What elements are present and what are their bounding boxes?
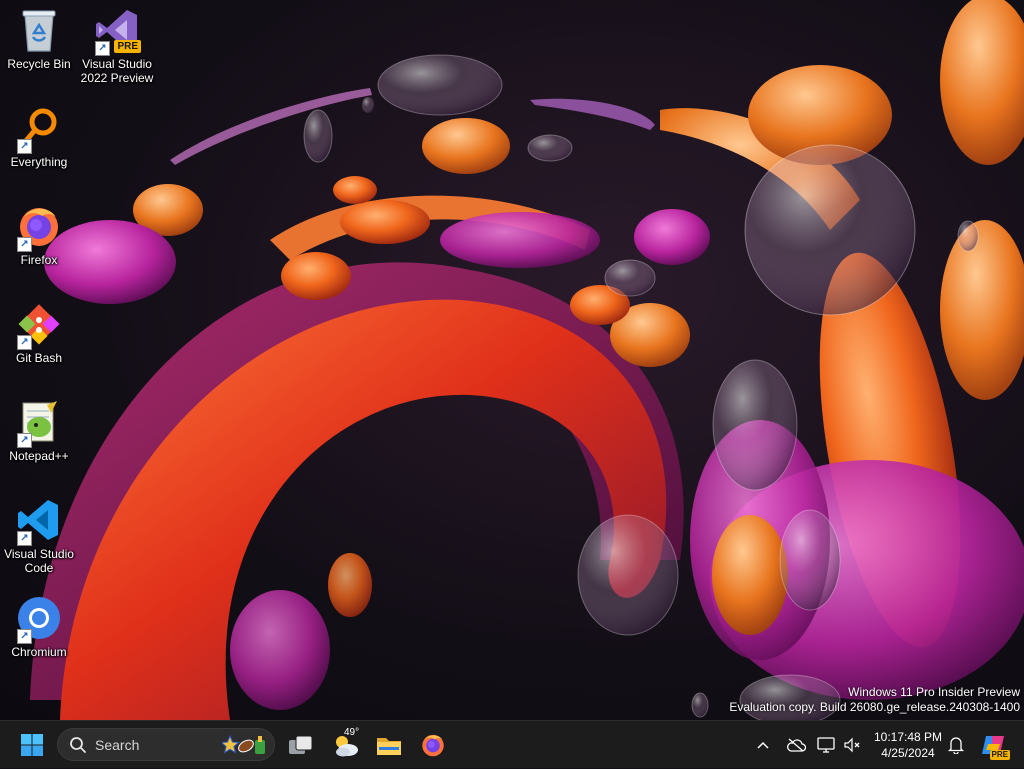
shortcut-arrow-icon: ↗ [95,41,110,56]
desktop-icon-label: Everything [10,155,68,169]
chromium-icon: ↗ [15,594,63,644]
shortcut-arrow-icon: ↗ [17,139,32,154]
clock-date: 4/25/2024 [881,746,935,760]
taskbar-search-box[interactable]: Search [57,728,275,761]
vscode-icon: ↗ [15,496,63,546]
volume-muted-icon [844,737,860,753]
desktop-icon-notepad-plus-plus[interactable]: ↗ Notepad++ [0,398,78,463]
search-label: Search [95,736,140,753]
task-view-icon [289,735,313,754]
onedrive-status-button[interactable] [784,721,808,769]
bell-icon [948,737,964,754]
taskbar: Search 49° 10:17:48 PM 4/25/2024 PRE [0,720,1024,768]
desktop-icon-label: Recycle Bin [7,57,71,71]
search-icon [70,736,86,753]
firefox-icon: ↗ [15,202,63,252]
network-status-button[interactable] [815,721,837,769]
shortcut-arrow-icon: ↗ [17,531,32,546]
windows-start-icon [21,734,43,756]
watermark-build: Evaluation copy. Build 26080.ge_release.… [729,700,1020,714]
pre-badge: PRE [114,40,141,53]
notepad-plus-plus-icon: ↗ [15,398,63,448]
pre-badge: PRE [989,750,1010,760]
git-bash-icon: ↗ [15,300,63,350]
desktop-icon-label: Visual Studio Code [4,547,74,575]
weather-temperature: 49° [344,727,360,738]
volume-button[interactable] [841,721,863,769]
weather-icon: 49° [331,727,361,760]
search-highlight-icon [222,732,268,758]
firefox-taskbar-button[interactable] [413,725,453,765]
desktop-icon-recycle-bin[interactable]: Recycle Bin [0,6,78,71]
windows-watermark: Windows 11 Pro Insider Preview Evaluatio… [729,685,1020,715]
weather-widget-button[interactable]: 49° [326,725,366,765]
file-explorer-button[interactable] [369,725,409,765]
shortcut-arrow-icon: ↗ [17,629,32,644]
watermark-edition: Windows 11 Pro Insider Preview [848,685,1020,699]
cloud-offline-icon [787,738,806,752]
desktop-icon-vscode[interactable]: ↗ Visual Studio Code [0,496,78,575]
clock-button[interactable]: 10:17:48 PM 4/25/2024 [866,729,950,761]
desktop-icon-label: Git Bash [15,351,63,365]
desktop-icon-firefox[interactable]: ↗ Firefox [0,202,78,267]
shortcut-arrow-icon: ↗ [17,237,32,252]
desktop-icon-visual-studio-preview[interactable]: PRE ↗ Visual Studio 2022 Preview [78,6,156,85]
desktop-icon-chromium[interactable]: ↗ Chromium [0,594,78,659]
recycle-bin-icon [15,6,63,54]
shortcut-arrow-icon: ↗ [17,335,32,350]
network-icon [817,737,835,753]
show-hidden-icons-button[interactable] [752,721,774,769]
copilot-icon: PRE [980,732,1010,760]
desktop-icon-label: Chromium [11,645,67,659]
everything-search-icon: ↗ [15,104,63,154]
notifications-button[interactable] [945,721,967,769]
desktop-icon-label: Visual Studio 2022 Preview [80,57,154,85]
visual-studio-preview-icon: PRE ↗ [93,6,141,56]
desktop-wallpaper [0,0,1024,720]
start-button[interactable] [12,725,52,765]
chevron-up-icon [757,741,769,749]
desktop-icon-label: Notepad++ [9,449,69,463]
task-view-button[interactable] [281,725,321,765]
copilot-button[interactable]: PRE [976,721,1010,769]
desktop-icon-label: Firefox [20,253,58,267]
desktop-icon-everything[interactable]: ↗ Everything [0,104,78,169]
firefox-icon [422,734,444,757]
shortcut-arrow-icon: ↗ [17,433,32,448]
folder-icon [377,738,401,755]
clock-time: 10:17:48 PM [873,730,943,744]
desktop-icon-git-bash[interactable]: ↗ Git Bash [0,300,78,365]
